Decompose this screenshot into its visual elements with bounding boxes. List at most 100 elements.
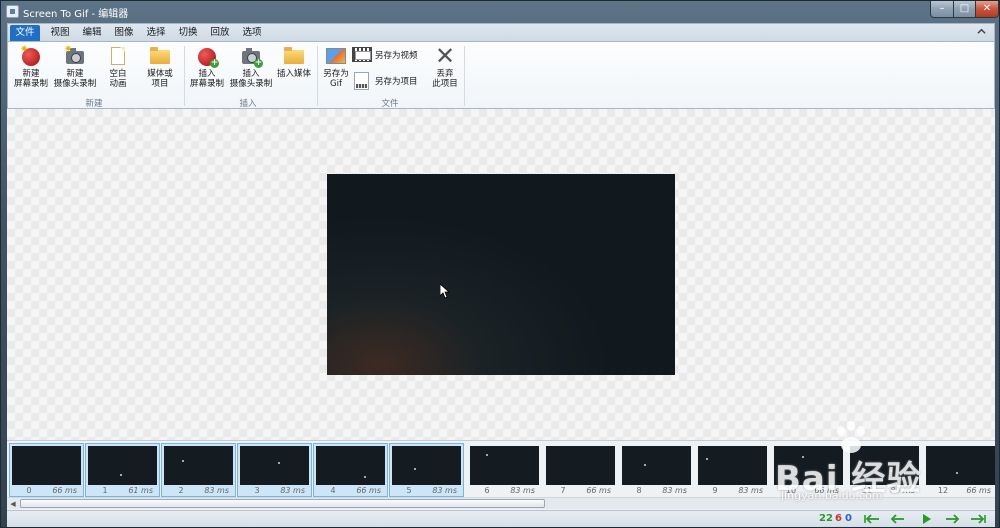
save-as-video-label: 另存为视频 (375, 51, 418, 61)
frame-number: 4 (330, 486, 336, 495)
insert-screen-recording-button[interactable]: + 插入 屏幕录制 (186, 45, 228, 89)
frame-delay: 66 ms (586, 486, 611, 495)
frame-item[interactable]: 7 66 ms (543, 443, 618, 497)
editor-canvas[interactable] (7, 109, 995, 440)
frame-thumbnail (470, 446, 539, 485)
app-icon[interactable] (6, 5, 19, 18)
baidu-watermark: Bai 经验 jingyan.baidu.com (761, 421, 991, 511)
blank-animation-button[interactable]: 空白 动画 (100, 45, 136, 89)
ribbon: ✷ 新建 屏幕录制 ✷ 新建 摄像头录制 空白 动画 媒体或 项目 新建 + 插… (7, 41, 995, 109)
frame-item[interactable]: 8 83 ms (619, 443, 694, 497)
group-label-file: 文件 (381, 99, 399, 109)
frame-number: 9 (712, 486, 718, 495)
tab-playback[interactable]: 回放 (206, 25, 234, 42)
media-or-project-label: 媒体或 项目 (147, 69, 173, 89)
frame-item[interactable]: 2 83 ms (161, 443, 236, 497)
frame-item[interactable]: 6 83 ms (467, 443, 542, 497)
paw-logo-icon (837, 421, 865, 453)
frame-thumbnail (164, 446, 233, 485)
last-frame-icon[interactable] (969, 513, 987, 525)
title-bar[interactable]: Screen To Gif - 编辑器 – □ ✕ (1, 1, 999, 23)
insert-screen-recording-label: 插入 屏幕录制 (189, 69, 224, 89)
frame-thumbnail (12, 446, 81, 485)
frame-number: 7 (560, 486, 566, 495)
editor-window: Screen To Gif - 编辑器 – □ ✕ 文件 视图 编辑 图像 选择… (0, 0, 1000, 528)
camera-icon: ✷ (64, 45, 86, 67)
frame-thumbnail (622, 446, 691, 485)
new-screen-recording-label: 新建 屏幕录制 (13, 69, 48, 89)
frame-item[interactable]: 9 83 ms (695, 443, 770, 497)
frame-thumbnail (240, 446, 309, 485)
frame-number: 1 (102, 486, 108, 495)
frame-preview (327, 174, 675, 375)
tab-edit[interactable]: 编辑 (78, 25, 106, 42)
insert-media-button[interactable]: 插入媒体 (274, 45, 314, 79)
frame-thumbnail (546, 446, 615, 485)
tab-view[interactable]: 视图 (46, 25, 74, 42)
tab-select[interactable]: 选择 (142, 25, 170, 42)
mouse-cursor-icon (440, 284, 450, 299)
blank-page-icon (107, 45, 129, 67)
new-screen-recording-button[interactable]: ✷ 新建 屏幕录制 (10, 45, 52, 90)
tab-options[interactable]: 选项 (238, 25, 266, 42)
selected-frame-count: 6 (835, 513, 842, 524)
first-frame-icon[interactable] (863, 513, 881, 525)
collapse-ribbon-icon[interactable] (977, 27, 986, 36)
tab-file[interactable]: 文件 (10, 25, 40, 42)
frame-item[interactable]: 5 83 ms (389, 443, 464, 497)
next-frame-icon[interactable] (943, 513, 961, 525)
new-webcam-recording-button[interactable]: ✷ 新建 摄像头录制 (52, 45, 98, 90)
close-button[interactable]: ✕ (975, 1, 999, 18)
group-label-insert: 插入 (239, 99, 257, 109)
insert-media-label: 插入媒体 (276, 69, 311, 79)
record-icon: ✷ (20, 45, 42, 67)
frame-number: 3 (254, 486, 260, 495)
frame-item[interactable]: 4 66 ms (313, 443, 388, 497)
frame-item[interactable]: 3 83 ms (237, 443, 312, 497)
folder-insert-icon (283, 45, 305, 67)
frame-number: 8 (636, 486, 642, 495)
insert-webcam-recording-button[interactable]: + 插入 摄像头录制 (226, 45, 276, 89)
frame-delay: 83 ms (738, 486, 763, 495)
project-file-icon (352, 72, 372, 90)
play-icon[interactable] (917, 513, 935, 525)
discard-x-icon: ✕ (435, 42, 456, 70)
gif-image-icon (325, 45, 347, 67)
frame-delay: 83 ms (280, 486, 305, 495)
tab-transitions[interactable]: 切换 (174, 25, 202, 42)
status-bar: 22 6 0 (7, 510, 995, 527)
media-or-project-button[interactable]: 媒体或 项目 (140, 45, 180, 89)
total-frame-count: 22 (819, 513, 833, 524)
folder-icon (149, 45, 171, 67)
ribbon-tab-bar: 文件 视图 编辑 图像 选择 切换 回放 选项 (7, 23, 995, 42)
window-title: Screen To Gif - 编辑器 (23, 9, 129, 20)
frame-item[interactable]: 0 66 ms (9, 443, 84, 497)
camera-insert-icon: + (240, 45, 263, 68)
save-as-project-label: 另存为项目 (375, 77, 418, 87)
save-as-gif-button[interactable]: 另存为 Gif (318, 45, 354, 89)
scrollbar-thumb[interactable] (20, 499, 545, 508)
film-icon (352, 46, 372, 64)
maximize-button[interactable]: □ (953, 1, 976, 18)
minimize-button[interactable]: – (930, 1, 954, 18)
current-frame-index: 0 (845, 513, 852, 524)
group-separator (184, 46, 185, 106)
frame-delay: 83 ms (204, 486, 229, 495)
frame-delay: 61 ms (128, 486, 153, 495)
record-insert-icon: + (196, 45, 219, 68)
frame-delay: 83 ms (662, 486, 687, 495)
frame-number: 2 (178, 486, 184, 495)
previous-frame-icon[interactable] (889, 513, 907, 525)
frame-delay: 66 ms (356, 486, 381, 495)
frame-delay: 83 ms (432, 486, 457, 495)
frame-thumbnail (698, 446, 767, 485)
frame-thumbnail (316, 446, 385, 485)
discard-project-button[interactable]: ✕ 丢弃 此项目 (426, 42, 464, 89)
tab-image[interactable]: 图像 (110, 25, 138, 42)
watermark-url: jingyan.baidu.com (781, 489, 883, 502)
scroll-left-icon[interactable]: ◀ (8, 499, 18, 509)
save-as-video-button[interactable]: 另存为视频 (352, 46, 418, 64)
frame-item[interactable]: 1 61 ms (85, 443, 160, 497)
group-label-new: 新建 (85, 99, 103, 109)
save-as-project-button[interactable]: 另存为项目 (352, 72, 418, 90)
